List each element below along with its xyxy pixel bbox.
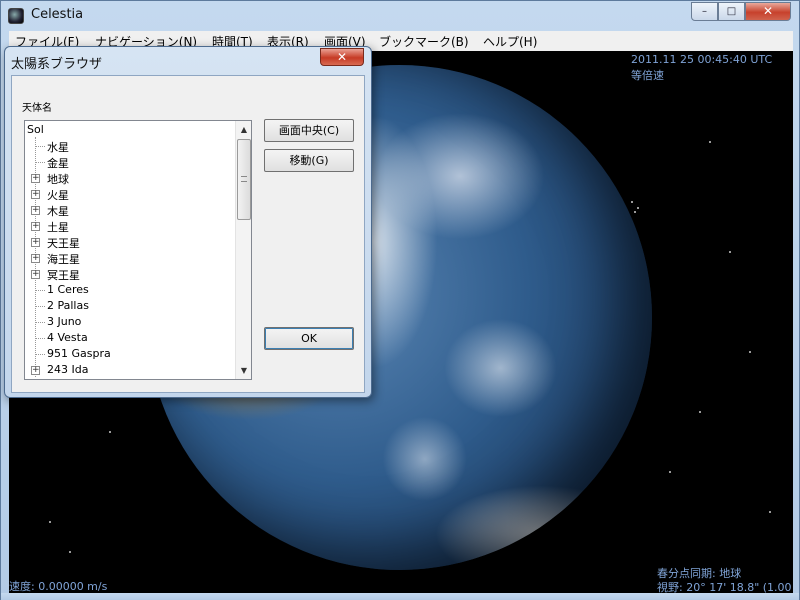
- tree-item-label: 3 Juno: [47, 315, 82, 328]
- tree-item[interactable]: + 木星: [25, 202, 235, 218]
- expand-plus-icon[interactable]: +: [31, 206, 40, 215]
- tree-item[interactable]: 4 Vesta: [25, 330, 235, 346]
- dialog-body: 天体名 Sol 水星金星 + 地球 + 火星 + 木星 + 土星 + 天王星 + 海王星 + 冥王星 1 Cer…: [11, 75, 365, 393]
- expand-plus-icon[interactable]: +: [31, 254, 40, 263]
- tree-item[interactable]: + 地球: [25, 170, 235, 186]
- tree-item-label: 水星: [47, 141, 69, 154]
- scroll-thumb[interactable]: [237, 139, 251, 220]
- close-button[interactable]: ✕: [745, 2, 791, 21]
- window-bottom-border: [1, 593, 799, 600]
- object-tree[interactable]: Sol 水星金星 + 地球 + 火星 + 木星 + 土星 + 天王星 + 海王星 + 冥王星 1 Ceres 2 …: [24, 120, 252, 380]
- tree-connector: [35, 162, 45, 163]
- dialog-close-button[interactable]: ✕: [320, 48, 364, 66]
- celestia-app-icon[interactable]: [8, 8, 24, 24]
- tree-connector: [35, 146, 45, 147]
- tree-item[interactable]: + 土星: [25, 218, 235, 234]
- tree-item[interactable]: + 冥王星: [25, 266, 235, 282]
- expand-plus-icon[interactable]: +: [31, 174, 40, 183]
- tree-item-label: 金星: [47, 157, 69, 170]
- minimize-button[interactable]: –: [691, 2, 718, 21]
- tree-item[interactable]: 金星: [25, 154, 235, 170]
- tree-item-label: 243 Ida: [47, 363, 89, 376]
- tree-item[interactable]: 1 Ceres: [25, 282, 235, 298]
- tree-item[interactable]: 水星: [25, 138, 235, 154]
- tree-item-label: 4 Vesta: [47, 331, 88, 344]
- scroll-up-arrow-icon[interactable]: ▲: [236, 121, 251, 138]
- tree-item[interactable]: +243 Ida: [25, 362, 235, 378]
- expand-plus-icon[interactable]: +: [31, 190, 40, 199]
- menu-bookmarks[interactable]: ブックマーク(B): [379, 33, 469, 50]
- tree-item-label: 冥王星: [47, 269, 80, 282]
- grip-icon: [241, 176, 247, 182]
- goto-button[interactable]: 移動(G): [264, 149, 354, 172]
- tree-item[interactable]: + 火星: [25, 186, 235, 202]
- tree-connector: [35, 354, 45, 355]
- ok-button[interactable]: OK: [264, 327, 354, 350]
- tree-item-label: 地球: [47, 173, 69, 186]
- window-title: Celestia: [31, 7, 84, 22]
- tree-item-label: 1 Ceres: [47, 283, 89, 296]
- title-bar[interactable]: Celestia – □ ✕: [1, 1, 799, 31]
- tree-connector: [35, 306, 45, 307]
- tree-item-label: 天王星: [47, 237, 80, 250]
- maximize-button[interactable]: □: [718, 2, 745, 21]
- expand-plus-icon[interactable]: +: [31, 366, 40, 375]
- tree-item-label: 火星: [47, 189, 69, 202]
- hud-time-rate: 等倍速: [631, 69, 664, 82]
- tree-connector: [35, 322, 45, 323]
- menu-help[interactable]: ヘルプ(H): [483, 33, 537, 50]
- solar-system-browser-dialog: 太陽系ブラウザ ✕ 天体名 Sol 水星金星 + 地球 + 火星 + 木星 + 土星 + 天王星 + 海王…: [4, 46, 372, 398]
- tree-item-label: Sol: [27, 123, 44, 136]
- tree-item[interactable]: 3 Juno: [25, 314, 235, 330]
- hud-field-of-view: 視野: 20° 17' 18.8" (1.00×): [657, 581, 793, 593]
- expand-plus-icon[interactable]: +: [31, 270, 40, 279]
- tree-scrollbar[interactable]: ▲ ▼: [235, 121, 251, 379]
- scroll-down-arrow-icon[interactable]: ▼: [236, 362, 251, 379]
- center-button[interactable]: 画面中央(C): [264, 119, 354, 142]
- tree-item[interactable]: Sol: [25, 122, 235, 138]
- hud-datetime: 2011.11 25 00:45:40 UTC: [631, 53, 773, 66]
- expand-plus-icon[interactable]: +: [31, 238, 40, 247]
- tree-item-label: 2 Pallas: [47, 299, 89, 312]
- tree-item[interactable]: + 海王星: [25, 250, 235, 266]
- tree-item[interactable]: + 天王星: [25, 234, 235, 250]
- tree-connector: [35, 290, 45, 291]
- tree-item[interactable]: 951 Gaspra: [25, 346, 235, 362]
- expand-plus-icon[interactable]: +: [31, 222, 40, 231]
- hud-speed: 速度: 0.00000 m/s: [9, 580, 108, 593]
- tree-item-label: 951 Gaspra: [47, 347, 111, 360]
- tree-item-label: 海王星: [47, 253, 80, 266]
- tree-connector: [35, 338, 45, 339]
- dialog-title: 太陽系ブラウザ: [11, 57, 103, 72]
- tree-item-label: 土星: [47, 221, 69, 234]
- tree-item-label: 木星: [47, 205, 69, 218]
- object-name-label: 天体名: [22, 103, 52, 114]
- tree-item[interactable]: 2 Pallas: [25, 298, 235, 314]
